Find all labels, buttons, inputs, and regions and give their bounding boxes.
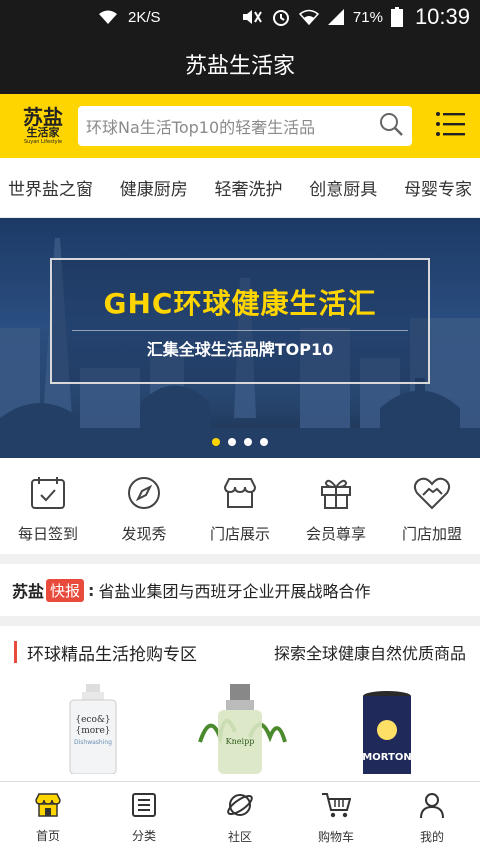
nav-cart[interactable]: 购物车 — [296, 791, 376, 845]
app-title: 苏盐生活家 — [184, 54, 295, 79]
app-title-bar: 苏盐生活家 — [0, 34, 480, 94]
section-separator — [0, 616, 480, 626]
salt-canister-image: MORTON — [362, 691, 411, 774]
nav-label: 首页 — [35, 828, 60, 843]
nav-category[interactable]: 分类 — [104, 792, 184, 844]
promo-banner[interactable]: GHC环球健康生活汇 汇集全球生活品牌TOP10 — [0, 218, 480, 458]
news-headline[interactable]: 省盐业集团与西班牙企业开展战略合作 — [98, 578, 370, 602]
compass-icon — [126, 475, 162, 515]
brand-logo[interactable]: 苏盐 生活家 Suyan Lifestyle — [12, 101, 74, 151]
search-icon[interactable] — [378, 111, 404, 141]
wifi-signal-icon — [298, 9, 319, 25]
status-bar: 2K/S 71% 10:39 — [0, 0, 480, 34]
news-colon: : — [88, 580, 95, 600]
logo-line2: 生活家 — [26, 126, 60, 139]
user-icon — [418, 791, 446, 822]
wifi-icon — [98, 9, 118, 25]
product-item[interactable]: MORTON — [337, 678, 437, 774]
clock: 10:39 — [414, 4, 470, 29]
svg-text:Kneipp: Kneipp — [226, 737, 255, 746]
mute-icon — [241, 8, 263, 26]
gift-icon — [318, 475, 354, 515]
svg-text:Dishwashing: Dishwashing — [74, 739, 112, 746]
banner-pagination — [0, 438, 480, 446]
product-strip: {eco&} {more} Dishwashing Kneipp MORTON — [0, 678, 480, 774]
calendar-check-icon — [29, 475, 67, 515]
product-item[interactable]: {eco&} {more} Dishwashing — [43, 678, 143, 774]
hamburger-menu-icon — [435, 110, 467, 142]
quick-link-member-perks[interactable]: 会员尊享 — [291, 475, 381, 544]
bottom-nav: 首页 分类 社区 购物车 我的 — [0, 781, 480, 853]
category-creative-cookware[interactable]: 创意厨具 — [309, 175, 377, 200]
logo-line1: 苏盐 — [23, 105, 63, 129]
svg-text:{eco&}: {eco&} — [76, 715, 111, 725]
quick-link-label: 门店展示 — [209, 524, 270, 543]
search-placeholder: 环球Na生活Top10的轻奢生活品 — [86, 118, 316, 137]
pagination-dot-4[interactable] — [260, 438, 268, 446]
pagination-dot-2[interactable] — [228, 438, 236, 446]
cart-icon — [321, 791, 352, 822]
svg-text:{more}: {more} — [76, 726, 111, 736]
quick-link-franchise[interactable]: 门店加盟 — [387, 475, 477, 544]
svg-text:MORTON: MORTON — [362, 752, 411, 763]
network-speed: 2K/S — [128, 8, 161, 26]
list-icon — [131, 792, 157, 821]
quick-link-discover[interactable]: 发现秀 — [99, 475, 189, 544]
nav-community[interactable]: 社区 — [200, 791, 280, 845]
quick-link-daily-checkin[interactable]: 每日签到 — [3, 475, 93, 544]
nav-home[interactable]: 首页 — [8, 792, 88, 844]
quick-link-label: 每日签到 — [17, 524, 78, 543]
news-brand: 苏盐 — [12, 582, 45, 601]
oil-bottle-image: Kneipp — [198, 684, 287, 774]
handshake-heart-icon — [413, 475, 451, 515]
banner-subtitle: 汇集全球生活品牌TOP10 — [146, 340, 334, 359]
category-nav: 世界盐之窗 健康厨房 轻奢洗护 创意厨具 母婴专家 — [0, 158, 480, 218]
category-light-luxury-care[interactable]: 轻奢洗护 — [215, 175, 283, 200]
search-input[interactable]: 环球Na生活Top10的轻奢生活品 — [78, 106, 412, 146]
quick-link-label: 门店加盟 — [401, 524, 462, 543]
news-ticker[interactable]: 苏盐 快报 : 省盐业集团与西班牙企业开展战略合作 — [0, 564, 480, 616]
nav-profile[interactable]: 我的 — [392, 791, 472, 845]
storefront-icon — [221, 475, 259, 515]
quick-link-store-display[interactable]: 门店展示 — [195, 475, 285, 544]
nav-label: 购物车 — [317, 829, 354, 844]
battery-icon — [390, 7, 403, 27]
quick-link-label: 发现秀 — [121, 524, 167, 543]
flash-sale-section-header: 环球精品生活抢购专区 探索全球健康自然优质商品 — [0, 626, 480, 678]
banner-headline: GHC环球健康生活汇 — [103, 287, 377, 320]
home-store-icon — [34, 792, 62, 821]
menu-button[interactable] — [434, 109, 468, 143]
category-healthy-kitchen[interactable]: 健康厨房 — [120, 175, 188, 200]
product-item[interactable]: Kneipp — [190, 678, 290, 774]
news-badge: 快报 — [46, 578, 85, 602]
dish-soap-bottle-image: {eco&} {more} Dishwashing — [69, 684, 117, 774]
cell-signal-icon — [327, 8, 345, 26]
section-more-link[interactable]: 探索全球健康自然优质商品 — [274, 640, 466, 664]
section-title: 环球精品生活抢购专区 — [27, 644, 197, 665]
quick-links: 每日签到 发现秀 门店展示 会员尊享 门店加盟 — [0, 458, 480, 554]
pagination-dot-3[interactable] — [244, 438, 252, 446]
planet-icon — [226, 791, 254, 822]
alarm-icon — [271, 7, 291, 27]
section-separator — [0, 554, 480, 564]
search-header: 苏盐 生活家 Suyan Lifestyle 环球Na生活Top10的轻奢生活品 — [0, 94, 480, 158]
category-world-salt[interactable]: 世界盐之窗 — [8, 175, 93, 200]
nav-label: 社区 — [227, 829, 252, 844]
nav-label: 分类 — [131, 828, 156, 843]
nav-label: 我的 — [419, 829, 444, 844]
battery-percent: 71% — [352, 8, 383, 26]
banner-divider — [72, 330, 408, 331]
logo-line3: Suyan Lifestyle — [23, 139, 63, 145]
category-mother-baby[interactable]: 母婴专家 — [404, 175, 472, 200]
quick-link-label: 会员尊享 — [305, 524, 366, 543]
section-accent-bar — [14, 641, 17, 663]
banner-text-panel: GHC环球健康生活汇 汇集全球生活品牌TOP10 — [50, 258, 430, 384]
pagination-dot-1[interactable] — [212, 438, 220, 446]
